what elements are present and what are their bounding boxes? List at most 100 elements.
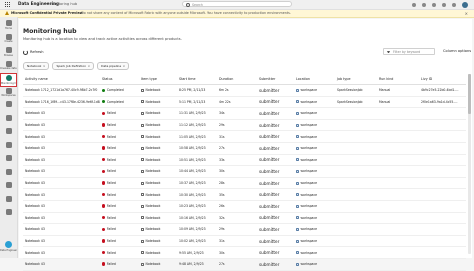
location-link[interactable]: workspace <box>301 100 318 104</box>
activity-name-link[interactable]: Notebook 43 <box>23 123 100 127</box>
sidebar-item-browse[interactable]: Browse <box>0 46 17 60</box>
sidebar-item-create[interactable]: Create <box>0 33 17 47</box>
activity-name-link[interactable]: Notebook 1716_1f89...c43-17f8e-4236-9e6f… <box>23 100 100 104</box>
sidebar-item-monitoring-hub[interactable]: Monitoring hub <box>0 73 17 87</box>
sidebar-item-app-10[interactable] <box>0 154 17 168</box>
sidebar-item-app-8[interactable] <box>0 127 17 141</box>
location-link[interactable]: workspace <box>301 88 318 92</box>
settings-icon[interactable] <box>422 2 426 7</box>
app-launcher-icon[interactable] <box>5 2 10 7</box>
location-link[interactable]: workspace <box>301 227 318 231</box>
location-link[interactable]: workspace <box>301 169 318 173</box>
location-link[interactable]: workspace <box>301 239 318 243</box>
activity-name-link[interactable]: Notebook 1712_1721d1a767-40c9-98b7-2c7f0 <box>23 88 100 92</box>
close-icon[interactable]: × <box>465 11 468 16</box>
table-row[interactable]: Notebook 43 Failed Notebook 10:44 AM, 2/9/2… <box>23 166 466 178</box>
location-link[interactable]: workspace <box>301 135 318 139</box>
sidebar-item-workspaces[interactable]: Workspaces <box>0 87 17 101</box>
location-link[interactable]: workspace <box>301 181 318 185</box>
column-header[interactable]: Submitter <box>257 77 294 81</box>
activity-name-link[interactable]: Notebook 43 <box>23 227 100 231</box>
table-row[interactable]: Notebook 1712_1721d1a767-40c9-98b7-2c7f0… <box>23 85 466 97</box>
table-row[interactable]: Notebook 43 Failed Notebook 10:51 AM, 2/9/2… <box>23 155 466 167</box>
start-time: 10:30 AM, 2/9/23 <box>179 192 206 197</box>
activity-name-link[interactable]: Notebook 43 <box>23 111 100 115</box>
column-header[interactable]: Livy ID <box>419 77 466 81</box>
global-search-input[interactable]: Search <box>182 1 292 7</box>
table-row[interactable]: Notebook 43 Failed Notebook 10:37 AM, 2/9/2… <box>23 178 466 190</box>
activity-name-link[interactable]: Notebook 43 <box>23 216 100 220</box>
scrollbar[interactable] <box>468 74 471 254</box>
column-header[interactable]: Job type <box>335 77 377 81</box>
table-row[interactable]: Notebook 43 Failed Notebook 10:58 AM, 2/9/2… <box>23 143 466 155</box>
sidebar-item-app-12[interactable] <box>0 181 17 195</box>
table-row[interactable]: Notebook 1716_1f89...c43-17f8e-4236-9e6f… <box>23 97 466 109</box>
scrollbar-thumb[interactable] <box>468 74 471 114</box>
filter-chip[interactable]: Spark Job Definition × <box>52 62 95 70</box>
activity-name-link[interactable]: Notebook 43 <box>23 251 100 255</box>
table-row[interactable]: Notebook 43 Failed Notebook 9:55 AM, 2/9/23… <box>23 247 466 259</box>
table-row[interactable]: Notebook 43 Failed Notebook 11:05 AM, 2/9/2… <box>23 131 466 143</box>
activity-name-link[interactable]: Notebook 43 <box>23 169 100 173</box>
notebook-icon <box>141 251 144 255</box>
column-header[interactable]: Start time <box>177 77 217 81</box>
activity-name-link[interactable]: Notebook 43 <box>23 239 100 243</box>
sidebar-item-app-11[interactable] <box>0 168 17 182</box>
status-text: Failed <box>106 227 116 232</box>
location-link[interactable]: workspace <box>301 204 318 208</box>
sidebar-item-onelake-data-hub[interactable]: OneLake data hub <box>0 60 17 74</box>
sidebar-item-data-engineering[interactable]: Data Engineering <box>0 240 17 254</box>
sidebar-item-app-7[interactable] <box>0 114 17 128</box>
filter-chip[interactable]: Notebook × <box>23 62 50 70</box>
table-row[interactable]: Notebook 43 Failed Notebook 9:48 AM, 2/9/23… <box>23 259 466 271</box>
activity-name-link[interactable]: Notebook 43 <box>23 158 100 162</box>
sidebar-item-home[interactable]: Home <box>0 19 17 33</box>
activity-name-link[interactable]: Notebook 43 <box>23 146 100 150</box>
table-row[interactable]: Notebook 43 Failed Notebook 10:09 AM, 2/9/2… <box>23 224 466 236</box>
breadcrumb[interactable]: Monitoring hub <box>50 2 77 6</box>
activity-name-link[interactable]: Notebook 43 <box>23 204 100 208</box>
column-header[interactable]: Activity name <box>23 77 100 81</box>
activity-name-link[interactable]: Notebook 43 <box>23 181 100 185</box>
start-time: 10:44 AM, 2/9/23 <box>179 169 206 174</box>
location-link[interactable]: workspace <box>301 146 318 150</box>
table-row[interactable]: Notebook 43 Failed Notebook 11:12 AM, 2/9/2… <box>23 120 466 132</box>
table-row[interactable]: Notebook 43 Failed Notebook 10:16 AM, 2/9/2… <box>23 213 466 225</box>
location-link[interactable]: workspace <box>301 158 318 162</box>
avatar[interactable] <box>462 1 468 8</box>
table-row[interactable]: Notebook 43 Failed Notebook 11:31 AM, 2/9/2… <box>23 108 466 120</box>
remove-filter-icon[interactable]: × <box>43 64 46 68</box>
refresh-button[interactable]: Refresh <box>23 49 44 55</box>
table-row[interactable]: Notebook 43 Failed Notebook 10:02 AM, 2/9/2… <box>23 236 466 248</box>
activity-name-link[interactable]: Notebook 43 <box>23 262 100 266</box>
column-header[interactable]: Run kind <box>377 77 419 81</box>
column-header[interactable]: Status <box>100 77 139 81</box>
notifications-icon[interactable] <box>412 2 416 7</box>
feedback-icon[interactable] <box>452 2 456 7</box>
location-link[interactable]: workspace <box>301 262 318 266</box>
filter-chip[interactable]: Data pipeline × <box>97 62 130 70</box>
activity-name-link[interactable]: Notebook 43 <box>23 135 100 139</box>
column-header[interactable]: Item type <box>139 77 177 81</box>
location-link[interactable]: workspace <box>301 251 318 255</box>
filter-input[interactable]: Filter by keyword <box>383 48 435 55</box>
sidebar-item-app-13[interactable] <box>0 195 17 209</box>
location-link[interactable]: workspace <box>301 216 318 220</box>
remove-filter-icon[interactable]: × <box>88 64 91 68</box>
activity-name-link[interactable]: Notebook 43 <box>23 193 100 197</box>
sidebar-item-app-9[interactable] <box>0 141 17 155</box>
sidebar-item-app-14[interactable] <box>0 208 17 222</box>
location-link[interactable]: workspace <box>301 111 318 115</box>
refresh-icon <box>23 49 28 55</box>
sidebar-item-app-6[interactable] <box>0 100 17 114</box>
location-link[interactable]: workspace <box>301 193 318 197</box>
table-row[interactable]: Notebook 43 Failed Notebook 10:30 AM, 2/9/2… <box>23 189 466 201</box>
table-row[interactable]: Notebook 43 Failed Notebook 10:23 AM, 2/9/2… <box>23 201 466 213</box>
column-options-button[interactable]: Column options <box>443 49 471 53</box>
column-header[interactable]: Location <box>294 77 335 81</box>
download-icon[interactable] <box>432 2 436 7</box>
column-header[interactable]: Duration <box>217 77 257 81</box>
remove-filter-icon[interactable]: × <box>123 64 126 68</box>
help-icon[interactable] <box>442 2 446 7</box>
location-link[interactable]: workspace <box>301 123 318 127</box>
